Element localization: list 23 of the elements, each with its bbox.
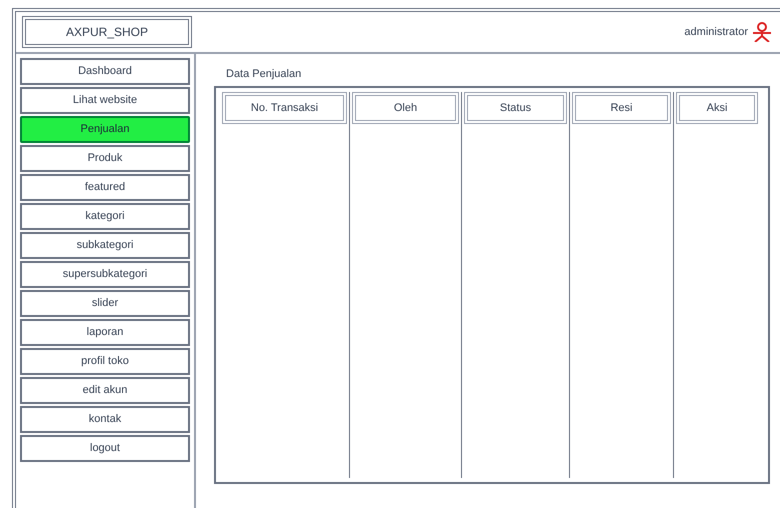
menu-item[interactable]: Produk	[20, 145, 190, 172]
column-header: Oleh	[352, 92, 459, 124]
username: administrator	[684, 24, 748, 40]
menu-item[interactable]: Lihat website	[20, 87, 190, 114]
column-header: Resi	[572, 92, 671, 124]
menu-item[interactable]: kontak	[20, 406, 190, 433]
menu-item[interactable]: subkategori	[20, 232, 190, 259]
column-header: Aksi	[676, 92, 758, 124]
menu-item[interactable]: logout	[20, 435, 190, 462]
column-header: Status	[464, 92, 567, 124]
menu-item[interactable]: slider	[20, 290, 190, 317]
user-icon[interactable]	[752, 22, 772, 42]
column-header: No. Transaksi	[222, 92, 347, 124]
menu-item[interactable]: supersubkategori	[20, 261, 190, 288]
menu-item[interactable]: featured	[20, 174, 190, 201]
brand-logo[interactable]: AXPUR_SHOP	[22, 16, 192, 48]
menu-item[interactable]: edit akun	[20, 377, 190, 404]
menu-item[interactable]: profil toko	[20, 348, 190, 375]
menu-item[interactable]: kategori	[20, 203, 190, 230]
menu-item[interactable]: Penjualan	[20, 116, 190, 143]
page-title: Data Penjualan	[226, 67, 302, 82]
menu-item[interactable]: Dashboard	[20, 58, 190, 85]
menu-item[interactable]: laporan	[20, 319, 190, 346]
